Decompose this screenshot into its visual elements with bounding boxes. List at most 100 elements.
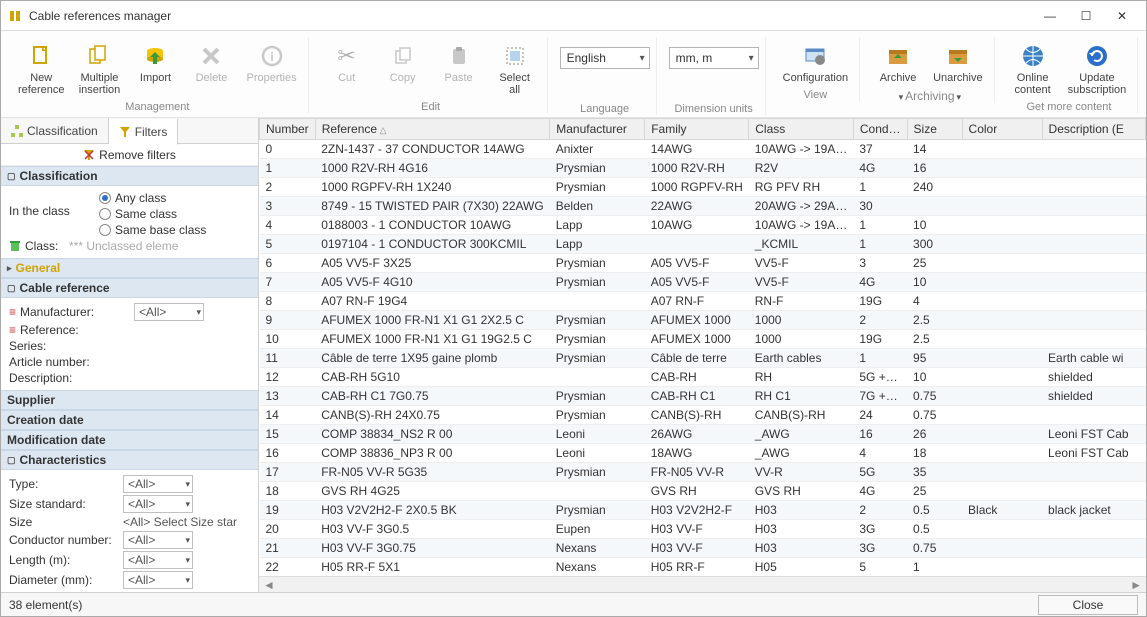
manufacturer-combo[interactable]: <All> [134, 303, 204, 321]
configuration-icon [801, 42, 829, 70]
cell-size: 16 [907, 159, 962, 178]
close-button[interactable]: Close [1038, 595, 1138, 615]
cell-fam: AFUMEX 1000 [645, 330, 749, 349]
table-row[interactable]: 11000 R2V-RH 4G16Prysmian1000 R2V-RHR2V4… [260, 159, 1146, 178]
language-combo[interactable]: English [560, 47, 650, 69]
copy-button[interactable]: Copy [377, 37, 429, 85]
table-row[interactable]: 17FR-N05 VV-R 5G35PrysmianFR-N05 VV-RVV-… [260, 463, 1146, 482]
unarchive-button[interactable]: Unarchive [928, 37, 988, 85]
cell-mfr: Prysmian [550, 501, 645, 520]
table-row[interactable]: 38749 - 15 TWISTED PAIR (7X30) 22AWGBeld… [260, 197, 1146, 216]
col-reference[interactable]: Reference [315, 119, 550, 140]
paste-button[interactable]: Paste [433, 37, 485, 85]
radio-same-base-class[interactable]: Same base class [99, 222, 206, 238]
table-row[interactable]: 9AFUMEX 1000 FR-N1 X1 G1 2X2.5 CPrysmian… [260, 311, 1146, 330]
table-row[interactable]: 15COMP 38834_NS2 R 00Leoni26AWG_AWG1626L… [260, 425, 1146, 444]
table-row[interactable]: 22H05 RR-F 5X1NexansH05 RR-FH0551 [260, 558, 1146, 577]
col-size[interactable]: Size [907, 119, 962, 140]
radio-same-class[interactable]: Same class [99, 206, 206, 222]
configuration-button[interactable]: Configuration [778, 37, 853, 85]
conductor-number-combo[interactable]: <All> [123, 531, 193, 549]
update-subscription-button[interactable]: Update subscription [1063, 37, 1132, 97]
col-color[interactable]: Color [962, 119, 1042, 140]
tab-classification[interactable]: Classification [1, 118, 109, 143]
section-creation-date[interactable]: Creation date [1, 410, 258, 430]
tab-filters[interactable]: Filters [109, 119, 179, 145]
tree-icon [11, 125, 23, 137]
col-family[interactable]: Family [645, 119, 749, 140]
cell-fam: A05 VV5-F [645, 273, 749, 292]
cell-ref: CAB-RH C1 7G0.75 [315, 387, 550, 406]
section-modification-date[interactable]: Modification date [1, 430, 258, 450]
import-button[interactable]: Import [129, 37, 181, 85]
table-row[interactable]: 21000 RGPFV-RH 1X240Prysmian1000 RGPFV-R… [260, 178, 1146, 197]
table-row[interactable]: 11Câble de terre 1X95 gaine plombPrysmia… [260, 349, 1146, 368]
table-row[interactable]: 20H03 VV-F 3G0.5EupenH03 VV-FH033G0.5 [260, 520, 1146, 539]
table-row[interactable]: 14CANB(S)-RH 24X0.75PrysmianCANB(S)-RHCA… [260, 406, 1146, 425]
cell-desc [1042, 235, 1145, 254]
units-combo[interactable]: mm, m [669, 47, 759, 69]
col-cond[interactable]: Cond… [853, 119, 907, 140]
type-combo[interactable]: <All> [123, 475, 193, 493]
cell-size: 95 [907, 349, 962, 368]
cell-size: 2.5 [907, 311, 962, 330]
cell-cond: 1 [853, 349, 907, 368]
table-row[interactable]: 50197104 - 1 CONDUCTOR 300KCMILLapp_KCMI… [260, 235, 1146, 254]
table-row[interactable]: 18GVS RH 4G25GVS RHGVS RH4G25 [260, 482, 1146, 501]
table-row[interactable]: 02ZN-1437 - 37 CONDUCTOR 14AWGAnixter14A… [260, 140, 1146, 159]
table-row[interactable]: 40188003 - 1 CONDUCTOR 10AWGLapp10AWG10A… [260, 216, 1146, 235]
cell-size: 1 [907, 558, 962, 577]
section-supplier[interactable]: Supplier [1, 390, 258, 410]
table-row[interactable]: 12CAB-RH 5G10CAB-RHRH5G +…10shielded [260, 368, 1146, 387]
table-row[interactable]: 7A05 VV5-F 4G10PrysmianA05 VV5-FVV5-F4G1… [260, 273, 1146, 292]
table-row[interactable]: 8A07 RN-F 19G4A07 RN-FRN-F19G4 [260, 292, 1146, 311]
close-window-button[interactable]: ✕ [1104, 5, 1140, 27]
cell-ref: A05 VV5-F 3X25 [315, 254, 550, 273]
table-row[interactable]: 16COMP 38836_NP3 R 00Leoni18AWG_AWG418Le… [260, 444, 1146, 463]
cell-fam: Câble de terre [645, 349, 749, 368]
group-getmore-label: Get more content [1026, 101, 1111, 113]
cell-mfr: Lapp [550, 216, 645, 235]
cell-color [962, 330, 1042, 349]
cell-mfr: Prysmian [550, 159, 645, 178]
size-standard-combo[interactable]: <All> [123, 495, 193, 513]
cell-fam: FR-N05 VV-R [645, 463, 749, 482]
minimize-button[interactable]: — [1032, 5, 1068, 27]
col-class[interactable]: Class [749, 119, 854, 140]
cell-desc [1042, 539, 1145, 558]
diameter-combo[interactable]: <All> [123, 571, 193, 589]
group-view: Configuration View [772, 37, 860, 101]
cell-color: Black [962, 501, 1042, 520]
radio-any-class[interactable]: Any class [99, 190, 206, 206]
grid-scroll[interactable]: Number Reference Manufacturer Family Cla… [259, 118, 1146, 576]
horizontal-scrollbar[interactable]: ◄► [259, 576, 1146, 592]
table-row[interactable]: 13CAB-RH C1 7G0.75PrysmianCAB-RH C1RH C1… [260, 387, 1146, 406]
table-row[interactable]: 19H03 V2V2H2-F 2X0.5 BKPrysmianH03 V2V2H… [260, 501, 1146, 520]
col-number[interactable]: Number [260, 119, 316, 140]
online-content-button[interactable]: Online content [1007, 37, 1059, 97]
properties-button[interactable]: i Properties [241, 37, 301, 85]
ribbon: New reference Multiple insertion Import … [1, 31, 1146, 118]
cell-cls: RN-F [749, 292, 854, 311]
cell-mfr: Prysmian [550, 463, 645, 482]
length-combo[interactable]: <All> [123, 551, 193, 569]
table-row[interactable]: 10AFUMEX 1000 FR-N1 X1 G1 19G2.5 CPrysmi… [260, 330, 1146, 349]
cell-desc: Leoni FST Cab [1042, 444, 1145, 463]
section-cable-reference[interactable]: ▢Cable reference [1, 278, 258, 298]
cut-button[interactable]: ✂Cut [321, 37, 373, 85]
section-characteristics[interactable]: ▢Characteristics [1, 450, 258, 470]
section-classification[interactable]: ▢Classification [1, 166, 258, 186]
col-description[interactable]: Description (E [1042, 119, 1145, 140]
table-row[interactable]: 21H03 VV-F 3G0.75NexansH03 VV-FH033G0.75 [260, 539, 1146, 558]
table-row[interactable]: 6A05 VV5-F 3X25PrysmianA05 VV5-FVV5-F325 [260, 254, 1146, 273]
remove-filters-button[interactable]: Remove filters [1, 144, 258, 166]
archive-button[interactable]: Archive [872, 37, 924, 85]
select-all-button[interactable]: Select all [489, 37, 541, 97]
section-general[interactable]: ▸General [1, 258, 258, 278]
col-manufacturer[interactable]: Manufacturer [550, 119, 645, 140]
delete-button[interactable]: Delete [185, 37, 237, 85]
multiple-insertion-button[interactable]: Multiple insertion [73, 37, 125, 97]
cell-desc [1042, 311, 1145, 330]
maximize-button[interactable]: ☐ [1068, 5, 1104, 27]
new-reference-button[interactable]: New reference [13, 37, 69, 97]
